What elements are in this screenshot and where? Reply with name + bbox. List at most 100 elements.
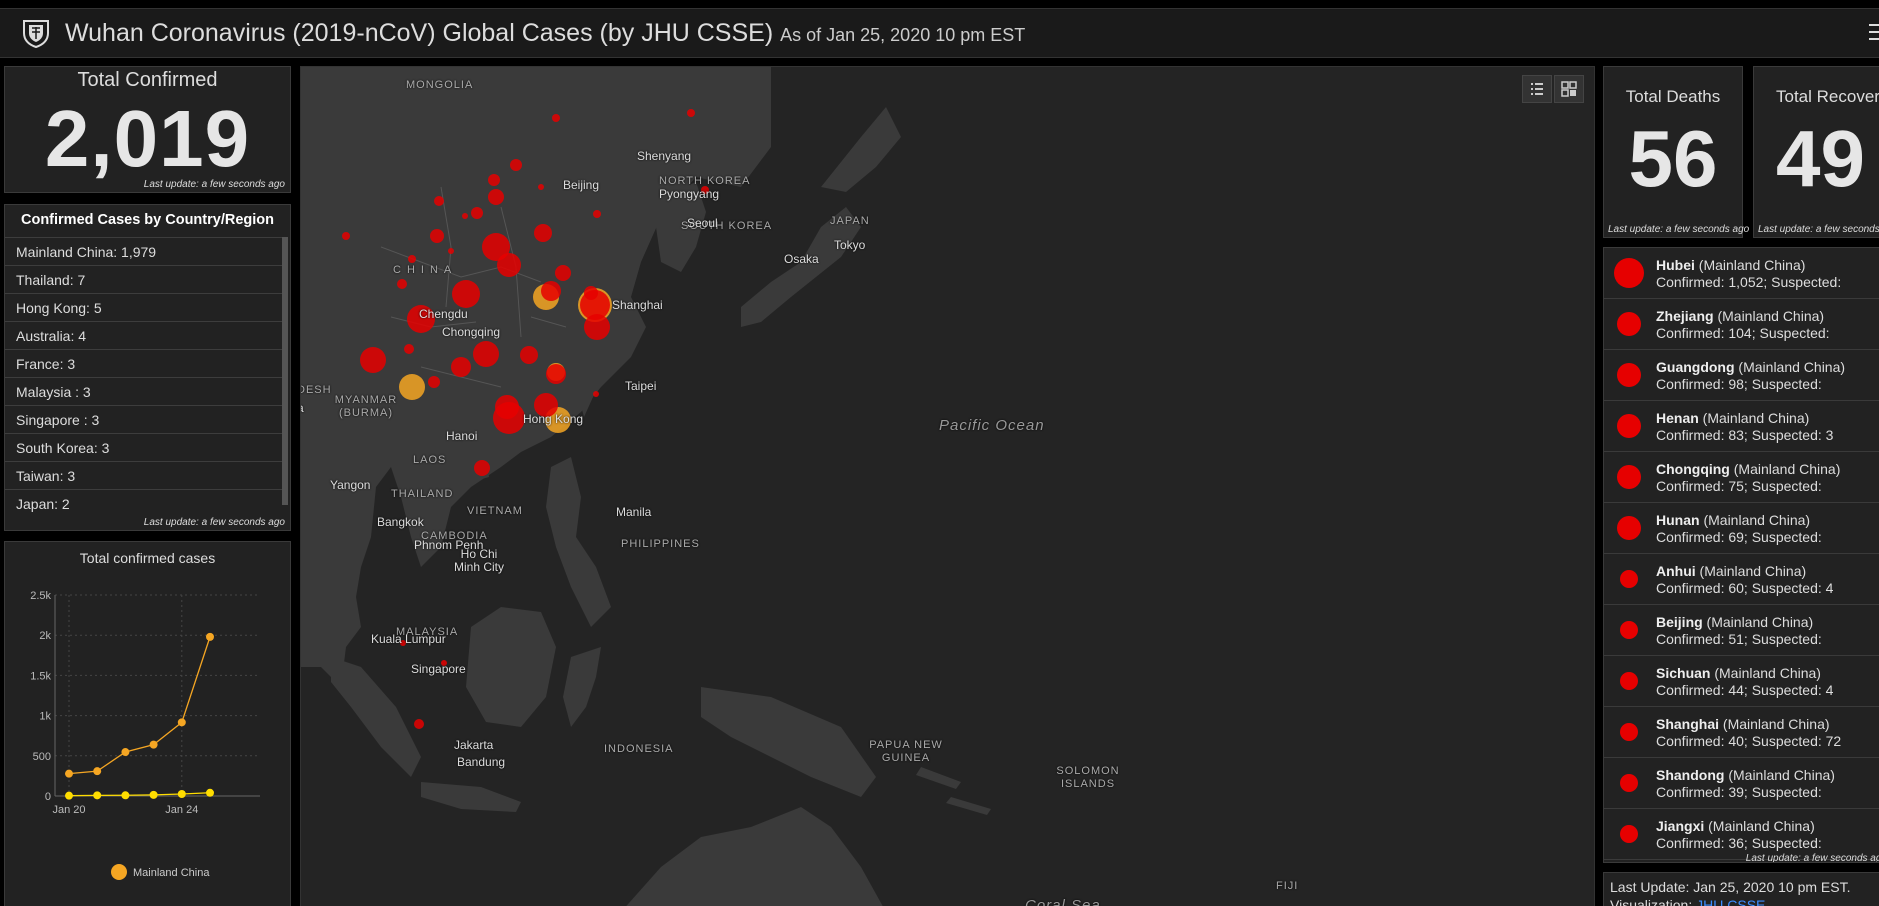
case-marker[interactable] <box>510 159 522 171</box>
region-list-item[interactable]: Shandong (Mainland China) Confirmed: 39; … <box>1604 758 1879 809</box>
region-list-item[interactable]: Guangdong (Mainland China) Confirmed: 98;… <box>1604 350 1879 401</box>
data-point[interactable] <box>93 791 102 800</box>
case-marker[interactable] <box>488 174 500 186</box>
region-marker-icon <box>1620 774 1638 792</box>
region-detail: Confirmed: 51; Suspected: <box>1656 631 1822 647</box>
page-title-text: Wuhan Coronavirus (2019-nCoV) Global Cas… <box>65 19 774 47</box>
series-line <box>68 792 211 797</box>
country-list-item[interactable]: Singapore : 3 <box>5 405 284 433</box>
case-marker[interactable] <box>451 357 471 377</box>
region-detail: Confirmed: 69; Suspected: <box>1656 529 1822 545</box>
region-list-item[interactable]: Hunan (Mainland China) Confirmed: 69; Sus… <box>1604 503 1879 554</box>
country-list-item[interactable]: Mainland China: 1,979 <box>5 237 284 265</box>
data-point[interactable] <box>65 791 73 800</box>
case-marker[interactable] <box>552 114 560 122</box>
case-marker[interactable] <box>555 265 571 281</box>
case-marker[interactable] <box>408 255 416 263</box>
country-list-item[interactable]: South Korea: 3 <box>5 433 284 461</box>
case-marker[interactable] <box>493 402 525 434</box>
country-list-item[interactable]: Taiwan: 3 <box>5 461 284 489</box>
case-marker[interactable] <box>452 280 480 308</box>
region-marker-icon <box>1614 258 1644 288</box>
country-list-item[interactable]: Japan: 2 <box>5 489 284 517</box>
y-tick-label: 500 <box>33 751 51 763</box>
case-marker[interactable] <box>538 184 544 190</box>
region-list-item[interactable]: Henan (Mainland China) Confirmed: 83; Sus… <box>1604 401 1879 452</box>
map-label: VIETNAM <box>467 505 523 517</box>
data-point[interactable] <box>121 748 130 757</box>
data-point[interactable] <box>177 789 186 798</box>
region-list-item[interactable]: Zhejiang (Mainland China) Confirmed: 104;… <box>1604 299 1879 350</box>
country-list: Mainland China: 1,979 Thailand: 7 Hong K… <box>5 237 284 517</box>
case-marker[interactable] <box>580 290 610 320</box>
data-point[interactable] <box>206 632 214 641</box>
data-point[interactable] <box>149 740 158 749</box>
case-marker[interactable] <box>462 213 468 219</box>
y-tick-label: 0 <box>45 791 51 803</box>
region-country: (Mainland China) <box>1719 716 1830 732</box>
data-point[interactable] <box>93 767 102 776</box>
region-list-item[interactable]: Beijing (Mainland China) Confirmed: 51; S… <box>1604 605 1879 656</box>
region-country: (Mainland China) <box>1699 512 1811 528</box>
data-point[interactable] <box>121 791 130 800</box>
case-marker[interactable] <box>534 224 552 242</box>
region-detail: Confirmed: 104; Suspected: <box>1656 325 1830 341</box>
case-marker[interactable] <box>474 460 490 476</box>
case-marker[interactable] <box>593 391 599 397</box>
y-tick-label: 2.5k <box>30 590 51 602</box>
data-point[interactable] <box>206 788 214 797</box>
case-marker[interactable] <box>546 364 566 384</box>
qr-grid-button[interactable] <box>1554 75 1584 103</box>
region-text: Sichuan (Mainland China) Confirmed: 44; S… <box>1656 665 1833 699</box>
data-point[interactable] <box>177 718 186 727</box>
case-marker[interactable] <box>541 281 561 301</box>
region-list-item[interactable]: Chongqing (Mainland China) Confirmed: 75;… <box>1604 452 1879 503</box>
map-label: Chengdu <box>419 307 468 321</box>
country-list-scrollbar[interactable] <box>282 237 288 505</box>
map-label: Kuala Lumpur <box>371 632 446 646</box>
data-point[interactable] <box>149 790 158 799</box>
map-label: Bandung <box>457 755 506 769</box>
case-marker[interactable] <box>404 344 414 354</box>
case-marker[interactable] <box>520 346 538 364</box>
map-label: Yangon <box>330 478 371 492</box>
map-label: Beijing <box>563 178 600 192</box>
jhu-csse-link[interactable]: JHU CSSE <box>1696 897 1765 906</box>
region-list-item[interactable]: Anhui (Mainland China) Confirmed: 60; Sus… <box>1604 554 1879 605</box>
case-marker[interactable] <box>342 232 350 240</box>
case-marker[interactable] <box>428 376 440 388</box>
region-list-item[interactable]: Sichuan (Mainland China) Confirmed: 44; S… <box>1604 656 1879 707</box>
hamburger-menu-icon[interactable] <box>1869 21 1879 43</box>
country-list-item[interactable]: Australia: 4 <box>5 321 284 349</box>
country-list-item[interactable]: Hong Kong: 5 <box>5 293 284 321</box>
case-marker[interactable] <box>434 196 444 206</box>
case-marker[interactable] <box>687 109 695 117</box>
region-detail: Confirmed: 98; Suspected: <box>1656 376 1822 392</box>
last-update-text: Last update: a few seconds ago <box>1608 224 1750 235</box>
case-marker[interactable] <box>397 279 407 289</box>
country-list-item[interactable]: Malaysia : 3 <box>5 377 284 405</box>
last-update-text: Last update: a few seconds ago <box>143 179 285 190</box>
case-marker[interactable] <box>593 210 601 218</box>
country-list-item[interactable]: Thailand: 7 <box>5 265 284 293</box>
region-list-item[interactable]: Shanghai (Mainland China) Confirmed: 40; … <box>1604 707 1879 758</box>
case-marker[interactable] <box>471 207 483 219</box>
total-confirmed-label: Total Confirmed <box>77 69 218 91</box>
university-shield-logo-icon[interactable] <box>20 17 52 49</box>
map-label: Pacific Ocean <box>939 417 1045 434</box>
region-list-item[interactable]: Hubei (Mainland China) Confirmed: 1,052; … <box>1604 248 1879 299</box>
total-deaths-panel: Total Deaths 56 Last update: a few secon… <box>1603 66 1749 238</box>
case-marker[interactable] <box>473 341 499 367</box>
country-list-item[interactable]: France: 3 <box>5 349 284 377</box>
case-marker[interactable] <box>430 229 444 243</box>
last-update-text: Last update: a few seconds ago <box>1758 224 1879 235</box>
data-point[interactable] <box>65 769 73 778</box>
app-header: Wuhan Coronavirus (2019-nCoV) Global Cas… <box>0 8 1879 58</box>
case-marker[interactable] <box>488 189 504 205</box>
case-marker[interactable] <box>497 253 521 277</box>
case-marker[interactable] <box>414 719 424 729</box>
list-view-button[interactable] <box>1522 75 1552 103</box>
world-map[interactable]: MONGOLIA CHINA NORTH KOREA SOUTH KOREA JAPAN… <box>300 66 1595 906</box>
case-marker[interactable] <box>448 248 454 254</box>
case-marker[interactable] <box>360 347 386 373</box>
